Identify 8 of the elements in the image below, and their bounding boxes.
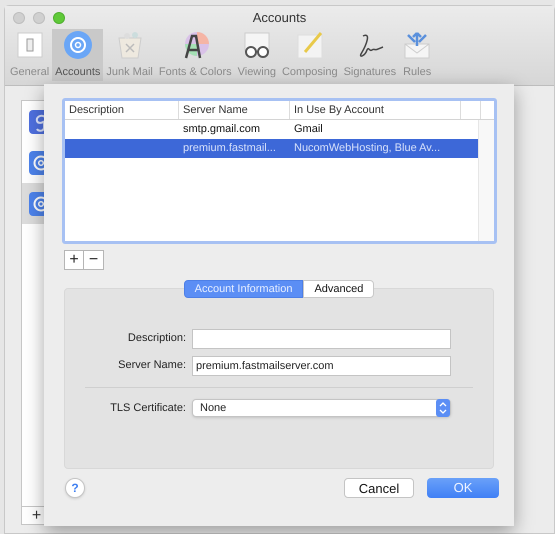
- table-cell-text: smtp.gmail.com: [182, 122, 262, 138]
- field-label: TLS Certificate:: [109, 400, 187, 416]
- window-title: Accounts: [252, 8, 306, 27]
- field-label: Server Name:: [117, 358, 187, 374]
- field-label: Description:: [126, 331, 187, 346]
- table-cell-text: premium.fastmail...: [182, 141, 277, 156]
- table-cell-text: NucomWebHosting, Blue Av...: [293, 141, 442, 156]
- table-cell-text: Gmail: [293, 122, 324, 138]
